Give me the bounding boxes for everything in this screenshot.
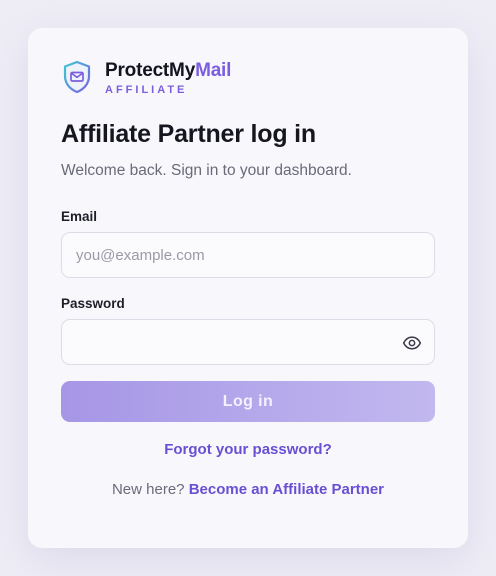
password-label: Password [61,296,125,311]
eye-icon[interactable] [402,333,422,353]
login-button[interactable]: Log in [61,381,435,422]
brand-subtitle: AFFILIATE [105,84,188,96]
email-placeholder: you@example.com [76,246,205,264]
brand[interactable]: ProtectMyMail AFFILIATE [62,60,231,96]
brand-name-accent: Mail [195,60,232,81]
brand-name: ProtectMyMail [105,60,231,82]
become-partner-link[interactable]: Become an Affiliate Partner [189,481,384,498]
signup-prompt: New here? Become an Affiliate Partner [28,481,468,498]
password-field[interactable] [61,319,435,365]
brand-name-main: ProtectMy [105,60,196,81]
email-field[interactable]: you@example.com [61,232,435,278]
forgot-password-link[interactable]: Forgot your password? [28,441,468,458]
page-title: Affiliate Partner log in [61,120,316,148]
signup-prompt-text: New here? [111,481,185,498]
login-card: ProtectMyMail AFFILIATE Affiliate Partne… [28,28,468,548]
shield-mail-icon [63,60,91,94]
email-label: Email [61,209,98,224]
page-subtitle: Welcome back. Sign in to your dashboard. [61,162,352,179]
